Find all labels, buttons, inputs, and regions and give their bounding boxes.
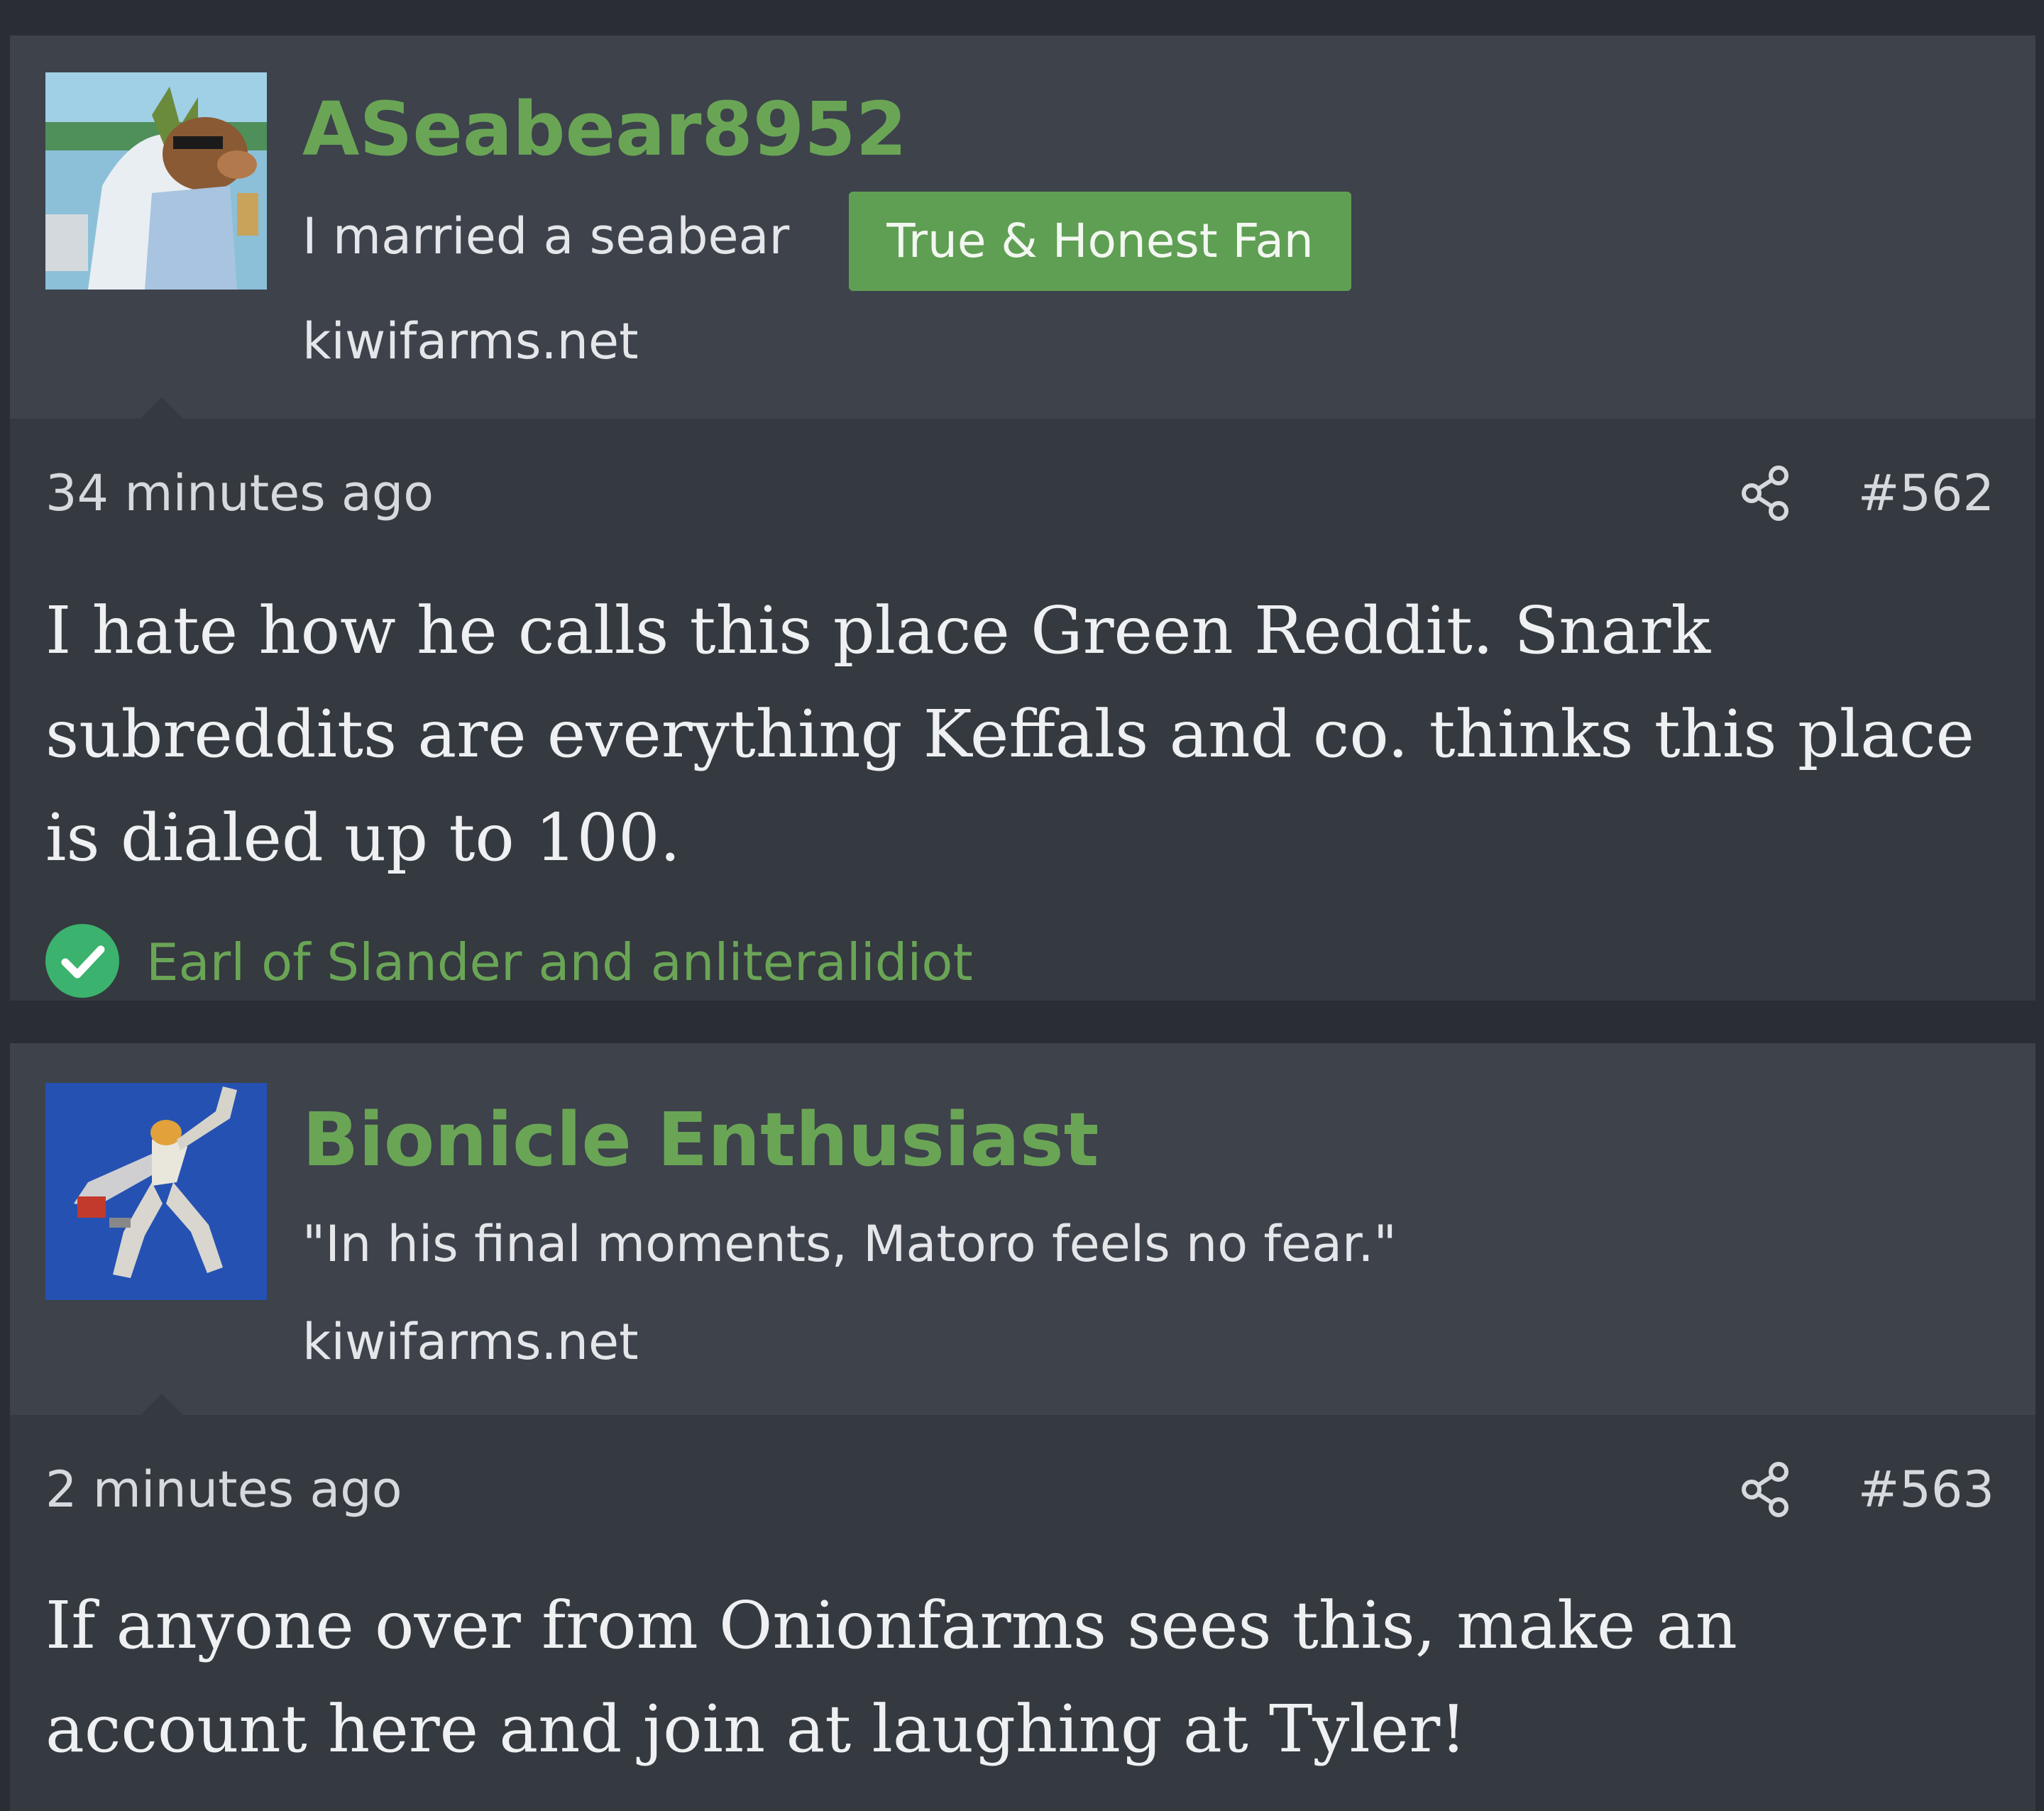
post-body: I hate how he calls this place Green Red… (45, 593, 1974, 876)
username[interactable]: ASeabear8952 (302, 92, 907, 166)
share-icon[interactable] (1737, 1460, 1796, 1519)
user-site: kiwifarms.net (302, 1313, 639, 1371)
reaction-users-link[interactable]: Earl of Slander and anliteralidiot (146, 937, 973, 988)
avatar[interactable] (45, 72, 267, 290)
post: Bionicle Enthusiast "In his final moment… (10, 1043, 2035, 1811)
share-icon[interactable] (1737, 464, 1796, 522)
header-caret (141, 1394, 183, 1415)
user-banner: True & Honest Fan (849, 192, 1351, 291)
post-date[interactable]: 34 minutes ago (45, 468, 434, 518)
user-custom-title: I married a seabear (302, 207, 790, 265)
post: ASeabear8952 I married a seabear True & … (10, 35, 2035, 1001)
username[interactable]: Bionicle Enthusiast (302, 1103, 1099, 1177)
user-header: Bionicle Enthusiast "In his final moment… (10, 1043, 2035, 1415)
user-custom-title: "In his final moments, Matoro feels no f… (302, 1215, 1397, 1273)
header-caret (141, 397, 183, 419)
user-header: ASeabear8952 I married a seabear True & … (10, 35, 2035, 419)
post-body: If anyone over from Onionfarms sees this… (45, 1587, 1737, 1767)
post-date[interactable]: 2 minutes ago (45, 1465, 402, 1514)
post-number[interactable]: #562 (1858, 468, 1994, 518)
post-number[interactable]: #563 (1858, 1465, 1994, 1514)
reaction-bar: Earl of Slander and anliteralidiot (44, 923, 1109, 1002)
checkmark-icon[interactable] (44, 923, 121, 999)
avatar[interactable] (45, 1083, 267, 1300)
user-site: kiwifarms.net (302, 312, 639, 370)
